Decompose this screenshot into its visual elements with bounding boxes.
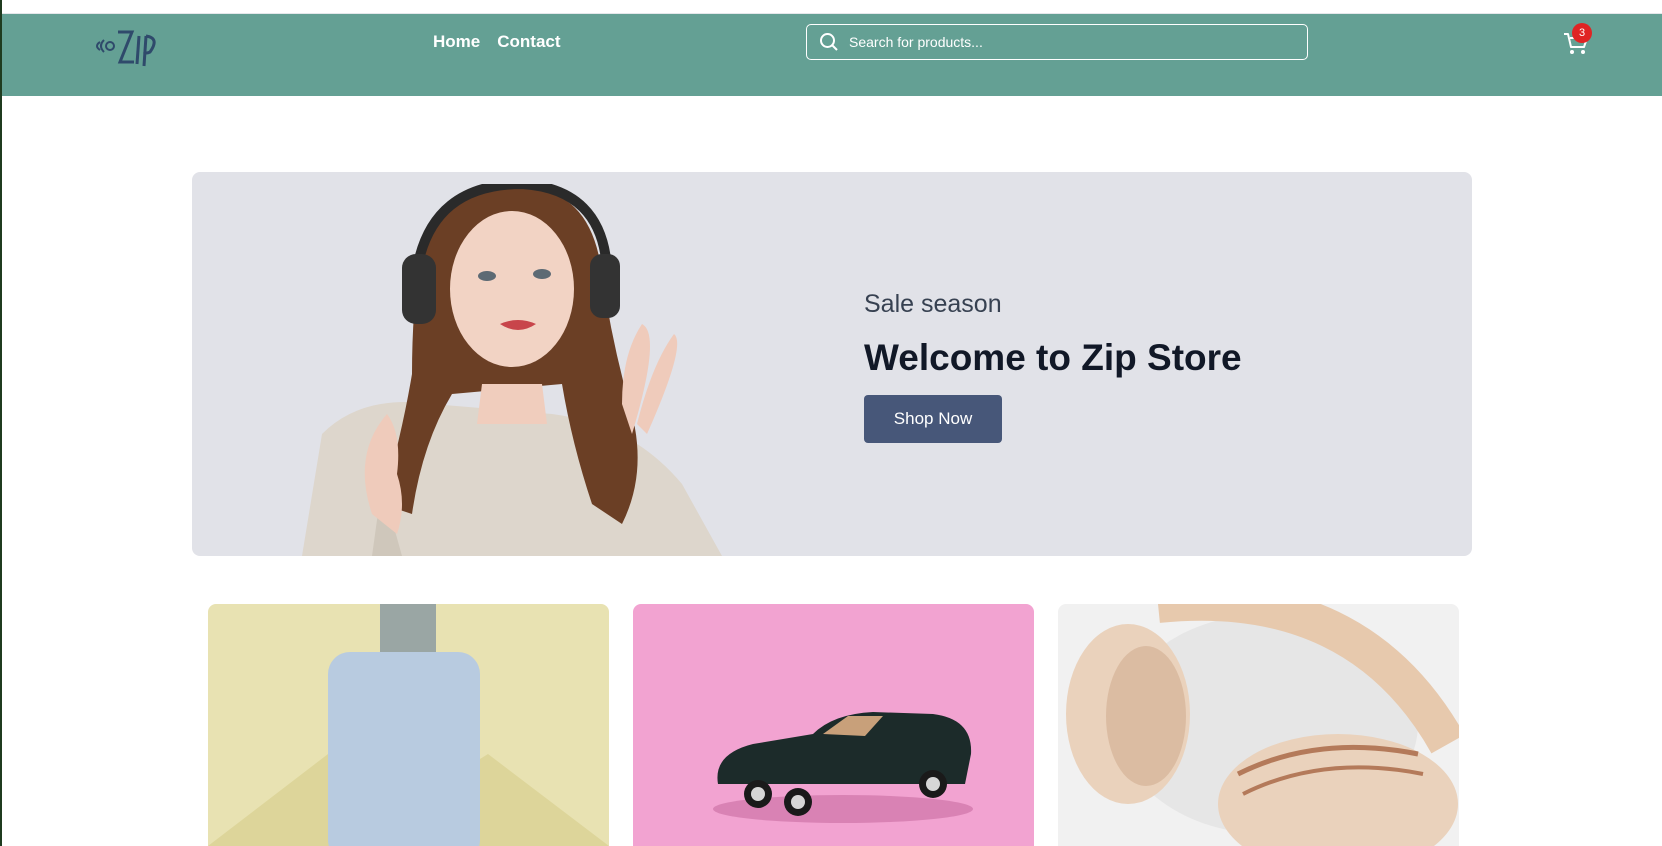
hero-banner: Sale season Welcome to Zip Store Shop No…: [192, 172, 1472, 556]
product-card[interactable]: [1058, 604, 1459, 846]
main-nav: Home Contact: [433, 32, 561, 52]
hero-title: Welcome to Zip Store: [864, 337, 1242, 378]
blue-bottle-image: [208, 604, 609, 846]
toy-car-image: [633, 604, 1034, 846]
nav-home-link[interactable]: Home: [433, 32, 480, 52]
hero-text: Sale season Welcome to Zip Store Shop No…: [864, 290, 1242, 443]
search-box[interactable]: [806, 24, 1308, 60]
zip-logo-icon[interactable]: [92, 20, 172, 70]
window-top-strip: [2, 0, 1662, 14]
shop-now-button[interactable]: Shop Now: [864, 395, 1002, 443]
navbar: Home Contact 3: [2, 14, 1662, 96]
hero-subtitle: Sale season: [864, 290, 1002, 318]
cart-count-badge: 3: [1572, 23, 1592, 43]
product-card[interactable]: [208, 604, 609, 846]
search-input[interactable]: [849, 34, 1289, 50]
product-card[interactable]: [633, 604, 1034, 846]
nav-contact-link[interactable]: Contact: [497, 32, 560, 52]
search-icon: [820, 33, 838, 51]
browser-window: Home Contact 3: [2, 0, 1662, 846]
hero-woman-headphones-image: [302, 184, 722, 556]
beige-headphones-image: [1058, 604, 1459, 846]
